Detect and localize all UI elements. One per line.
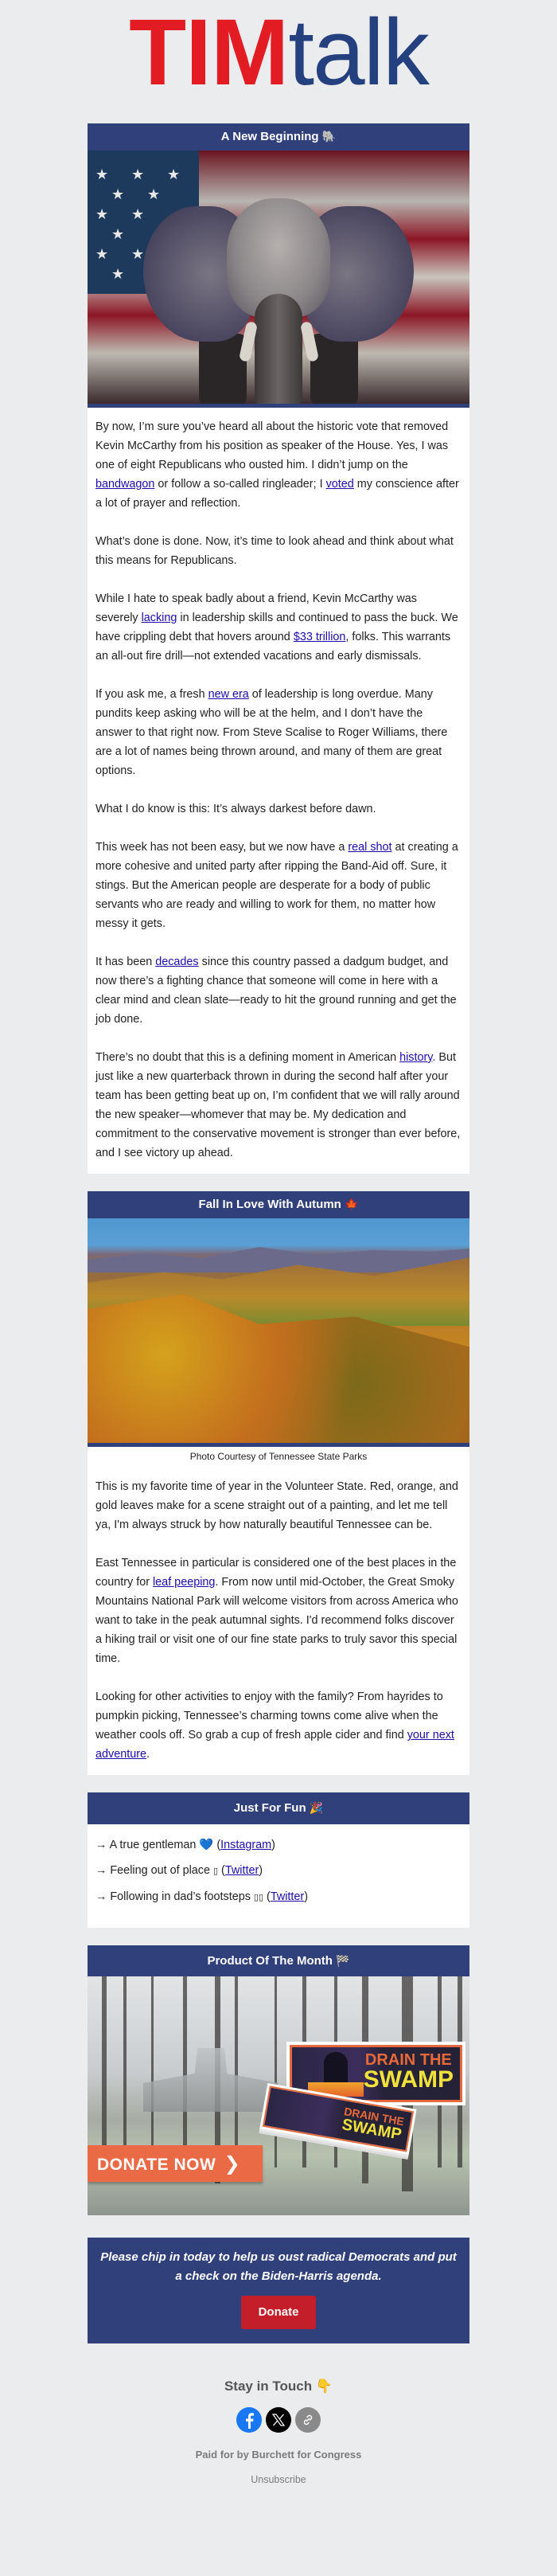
facebook-icon[interactable] (236, 2407, 262, 2433)
new-era-link[interactable]: new era (208, 688, 249, 701)
section-new-beginning: A New Beginning 🐘 ★ ★ ★ ★ ★ ★ ★ ★ ★ ★ ★ (88, 123, 469, 1174)
star-icon: ★ (131, 246, 145, 263)
star-icon: ★ (95, 246, 109, 263)
twitter-link[interactable]: Twitter (271, 1890, 304, 1903)
lacking-link[interactable]: lacking (142, 612, 177, 624)
x-twitter-icon[interactable] (266, 2407, 291, 2433)
star-icon: ★ (111, 266, 125, 283)
maple-leaf-icon: 🍁 (345, 1198, 359, 1211)
list-item: → Feeling out of place ▯ (Twitter) (95, 1864, 263, 1877)
leaf-peeping-link[interactable]: leaf peeping (153, 1576, 215, 1589)
star-icon: ★ (95, 206, 109, 223)
footer: Stay in Touch 👇 Paid for by Burchett for… (0, 2343, 557, 2519)
article-body: This is my favorite time of year in the … (88, 1472, 469, 1775)
star-icon: ★ (131, 206, 145, 223)
chevron-right-icon: ❯ (224, 2152, 241, 2175)
stay-in-touch-heading: Stay in Touch 👇 (224, 2379, 333, 2394)
star-icon: ★ (131, 166, 145, 183)
social-links (0, 2407, 557, 2433)
elephant-trunk (255, 294, 302, 404)
voted-link[interactable]: voted (326, 478, 354, 491)
history-link[interactable]: history (399, 1051, 432, 1064)
section-header: A New Beginning 🐘 (88, 123, 469, 150)
list-item: → A true gentleman 💙 (Instagram) (95, 1839, 275, 1851)
paragraph: Looking for other activities to enjoy wi… (95, 1691, 454, 1761)
paragraph: By now, I’m sure you’ve heard all about … (95, 420, 459, 510)
real-shot-link[interactable]: real shot (348, 841, 391, 854)
newsletter-logo: TIMtalk (0, 0, 557, 123)
arrow-icon: → (95, 1839, 107, 1851)
flag-icon: 🏁 (336, 1955, 350, 1968)
twitter-link[interactable]: Twitter (225, 1864, 259, 1877)
pointing-down-icon: 👇 (315, 2379, 333, 2394)
photo-caption: Photo Courtesy of Tennessee State Parks (189, 1451, 368, 1462)
arrow-icon: → (95, 1890, 107, 1903)
missing-glyph-icon: ▯▯ (253, 1892, 264, 1902)
section-product-of-month: Product Of The Month 🏁 DRAIN THE SWAMP D… (88, 1945, 469, 2215)
logo-talk: talk (288, 0, 430, 105)
elephant-flag-image: ★ ★ ★ ★ ★ ★ ★ ★ ★ ★ ★ (88, 150, 469, 408)
donation-cta: Please chip in today to help us oust rad… (88, 2238, 469, 2343)
paragraph: This is my favorite time of year in the … (95, 1480, 458, 1531)
capitol-building (143, 2048, 278, 2112)
missing-glyph-icon: ▯ (213, 1866, 219, 1876)
paragraph: There’s no doubt that this is a defining… (95, 1051, 461, 1159)
paragraph: East Tennessee in particular is consider… (95, 1557, 458, 1665)
article-body: By now, I’m sure you’ve heard all about … (88, 408, 469, 1174)
paragraph: This week has not been easy, but we now … (95, 841, 458, 930)
party-popper-icon: 🎉 (309, 1802, 324, 1815)
bandwagon-link[interactable]: bandwagon (95, 478, 154, 491)
section-header: Just For Fun 🎉 (88, 1792, 469, 1824)
section-autumn: Fall In Love With Autumn 🍁 Photo Courtes… (88, 1191, 469, 1775)
elephant-icon: 🐘 (321, 131, 337, 143)
paragraph: What I do know is this: It’s always dark… (95, 803, 376, 815)
newsletter-page: TIMtalk A New Beginning 🐘 ★ ★ ★ ★ ★ ★ ★ … (0, 0, 557, 2519)
fun-list: → A true gentleman 💙 (Instagram) → Feeli… (88, 1824, 469, 1928)
star-icon: ★ (111, 186, 125, 203)
star-icon: ★ (167, 166, 181, 183)
section-header: Product Of The Month 🏁 (88, 1945, 469, 1976)
section-title: Just For Fun (233, 1801, 306, 1815)
section-title: A New Beginning (220, 130, 319, 143)
section-header: Fall In Love With Autumn 🍁 (88, 1191, 469, 1218)
star-icon: ★ (147, 186, 161, 203)
section-just-for-fun: Just For Fun 🎉 → A true gentleman 💙 (Ins… (88, 1792, 469, 1928)
paragraph: It has been decades since this country p… (95, 956, 457, 1026)
paragraph: If you ask me, a fresh new era of leader… (95, 688, 448, 777)
cta-text: Please chip in today to help us oust rad… (100, 2250, 457, 2283)
debt-link[interactable]: $33 trillion (294, 631, 346, 643)
donate-now-button[interactable]: DONATE NOW ❯ (88, 2145, 263, 2182)
blue-heart-icon: 💙 (199, 1839, 214, 1851)
instagram-link[interactable]: Instagram (220, 1839, 271, 1851)
decades-link[interactable]: decades (155, 956, 198, 968)
paid-for-disclaimer: Paid for by Burchett for Congress (195, 2449, 362, 2461)
list-item: → Following in dad’s footsteps ▯▯ (Twitt… (95, 1890, 309, 1903)
paragraph: What’s done is done. Now, it’s time to l… (95, 535, 454, 567)
section-title: Fall In Love With Autumn (198, 1198, 341, 1211)
link-icon[interactable] (295, 2407, 321, 2433)
paragraph: While I hate to speak badly about a frie… (95, 592, 458, 663)
logo-tim: TIM (129, 0, 289, 105)
section-title: Product Of The Month (207, 1954, 333, 1968)
star-icon: ★ (95, 166, 109, 183)
unsubscribe-link[interactable]: Unsubscribe (251, 2474, 306, 2485)
star-icon: ★ (111, 226, 125, 243)
autumn-mountains-image (88, 1218, 469, 1447)
donate-button[interactable]: Donate (241, 2296, 316, 2329)
arrow-icon: → (95, 1864, 107, 1877)
drain-the-swamp-banner[interactable]: DRAIN THE SWAMP DRAIN THE SWAMP DONATE N… (88, 1976, 469, 2215)
